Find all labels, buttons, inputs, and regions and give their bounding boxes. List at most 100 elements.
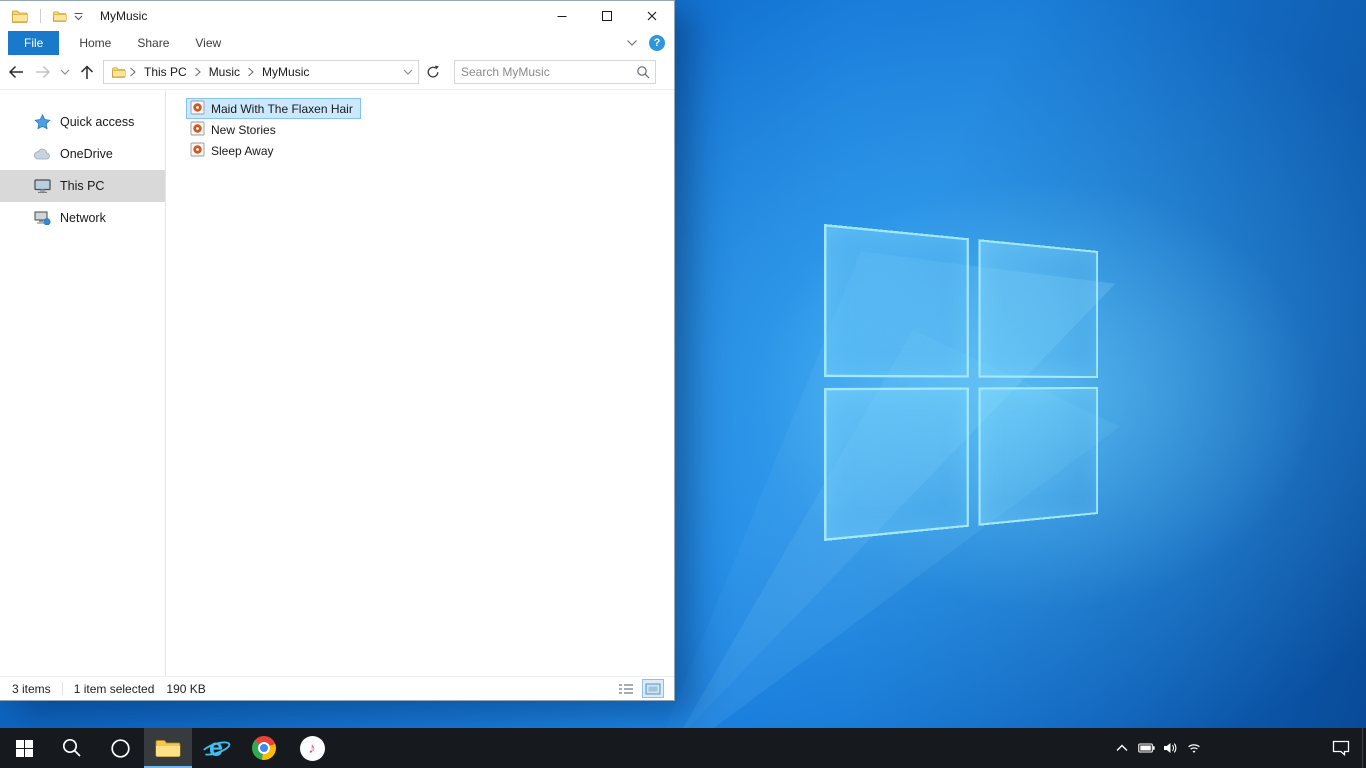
details-view-button[interactable]	[615, 679, 637, 698]
thumbnails-view-icon	[645, 683, 661, 694]
cortana-icon	[110, 738, 130, 758]
sidebar-item-label: Network	[60, 211, 106, 225]
back-arrow-icon	[8, 65, 23, 79]
sidebar-item-this-pc[interactable]: This PC	[0, 170, 165, 202]
qat-separator	[40, 9, 41, 23]
sidebar-item-onedrive[interactable]: OneDrive	[0, 138, 165, 170]
status-divider	[61, 682, 63, 695]
details-view-icon	[619, 683, 633, 694]
breadcrumb-this-pc[interactable]: This PC	[137, 65, 194, 79]
file-name: Maid With The Flaxen Hair	[211, 101, 353, 116]
taskbar-itunes-button[interactable]: ♪	[288, 728, 336, 768]
crumb-chevron-icon[interactable]	[194, 67, 202, 77]
address-dropdown-button[interactable]	[398, 61, 418, 83]
network-icon	[33, 211, 51, 225]
address-bar-row: This PC Music MyMusic	[0, 55, 674, 90]
file-row-maid-with-the-flaxen-hair[interactable]: Maid With The Flaxen Hair	[186, 98, 361, 119]
sidebar-item-label: OneDrive	[60, 147, 113, 161]
taskbar-chrome-button[interactable]	[240, 728, 288, 768]
taskbar-search-button[interactable]	[48, 728, 96, 768]
close-icon	[647, 11, 656, 21]
system-tray	[1110, 728, 1206, 768]
tab-view[interactable]: View	[182, 31, 234, 55]
cortana-button[interactable]	[96, 728, 144, 768]
refresh-button[interactable]	[420, 60, 446, 84]
sidebar-item-label: This PC	[60, 179, 105, 193]
windows-logo-pane	[978, 239, 1098, 378]
search-input[interactable]	[455, 65, 631, 79]
qat-customize-chevron-icon[interactable]	[70, 12, 87, 21]
chevron-down-icon	[403, 69, 413, 75]
file-list[interactable]: Maid With The Flaxen Hair New Stories Sl…	[166, 90, 674, 676]
refresh-icon	[427, 65, 439, 78]
window-folder-icon	[9, 10, 31, 23]
minimize-icon	[557, 16, 566, 17]
forward-button[interactable]	[30, 59, 56, 85]
expand-ribbon-chevron-icon[interactable]	[626, 34, 638, 52]
thumbnails-view-button[interactable]	[642, 679, 664, 698]
chevron-down-icon	[60, 69, 70, 75]
address-bar[interactable]: This PC Music MyMusic	[103, 60, 419, 84]
tab-share[interactable]: Share	[124, 31, 182, 55]
battery-button[interactable]	[1134, 728, 1158, 768]
status-selection: 1 item selected	[73, 681, 155, 696]
tab-home[interactable]: Home	[66, 31, 124, 55]
windows-logo-pane	[978, 387, 1098, 526]
crumb-chevron-icon[interactable]	[129, 67, 137, 77]
help-button[interactable]: ?	[649, 35, 665, 51]
status-bar: 3 items 1 item selected 190 KB	[0, 676, 674, 700]
navigation-pane: Quick access OneDrive This PC Network	[0, 90, 166, 676]
up-button[interactable]	[74, 59, 100, 85]
back-button[interactable]	[3, 59, 29, 85]
file-row-sleep-away[interactable]: Sleep Away	[186, 140, 282, 161]
battery-icon	[1137, 743, 1155, 753]
action-center-button[interactable]	[1321, 728, 1361, 768]
recent-locations-button[interactable]	[57, 59, 73, 85]
file-row-new-stories[interactable]: New Stories	[186, 119, 284, 140]
taskbar: e ♪	[0, 728, 1366, 768]
start-button[interactable]	[0, 728, 48, 768]
breadcrumb-music[interactable]: Music	[202, 65, 247, 79]
explorer-window: MyMusic File Home Share View ? This PC M…	[0, 0, 675, 701]
window-title: MyMusic	[100, 9, 148, 23]
chevron-up-icon	[1116, 744, 1128, 751]
hidden-icons-button[interactable]	[1110, 728, 1134, 768]
windows-logo	[823, 223, 1098, 542]
speaker-icon	[1163, 743, 1176, 753]
file-name: New Stories	[211, 122, 276, 137]
show-desktop-button[interactable]	[1362, 728, 1366, 768]
maximize-icon	[601, 11, 612, 21]
network-wifi-button[interactable]	[1182, 728, 1206, 768]
search-icon	[62, 738, 81, 757]
search-icon[interactable]	[631, 65, 655, 79]
breadcrumb-mymusic[interactable]: MyMusic	[255, 65, 316, 79]
sidebar-item-quick-access[interactable]: Quick access	[0, 106, 165, 138]
minimize-button[interactable]	[539, 1, 584, 31]
music-file-icon	[190, 121, 205, 139]
close-button[interactable]	[629, 1, 674, 31]
cloud-icon	[33, 148, 51, 160]
title-bar[interactable]: MyMusic	[0, 1, 674, 31]
wifi-icon	[1188, 744, 1200, 753]
crumb-chevron-icon[interactable]	[247, 67, 255, 77]
sidebar-item-network[interactable]: Network	[0, 202, 165, 234]
monitor-icon	[33, 179, 51, 193]
location-folder-icon	[109, 67, 129, 78]
internet-explorer-icon: e	[200, 735, 232, 761]
search-box	[454, 60, 656, 84]
taskbar-internet-explorer-button[interactable]: e	[192, 728, 240, 768]
action-center-icon	[1332, 740, 1350, 756]
maximize-button[interactable]	[584, 1, 629, 31]
qat-folder-button[interactable]	[50, 11, 70, 22]
taskbar-file-explorer-button[interactable]	[144, 728, 192, 768]
status-size: 190 KB	[166, 681, 206, 696]
breadcrumb: This PC Music MyMusic	[104, 61, 398, 83]
ribbon-tabs: File Home Share View ?	[0, 31, 674, 55]
itunes-icon: ♪	[299, 735, 325, 761]
status-item-count: 3 items	[12, 681, 51, 696]
caption-buttons	[539, 1, 674, 31]
tab-file[interactable]: File	[8, 31, 60, 55]
windows-logo-pane	[823, 223, 969, 378]
chrome-icon	[252, 736, 276, 760]
volume-button[interactable]	[1158, 728, 1182, 768]
